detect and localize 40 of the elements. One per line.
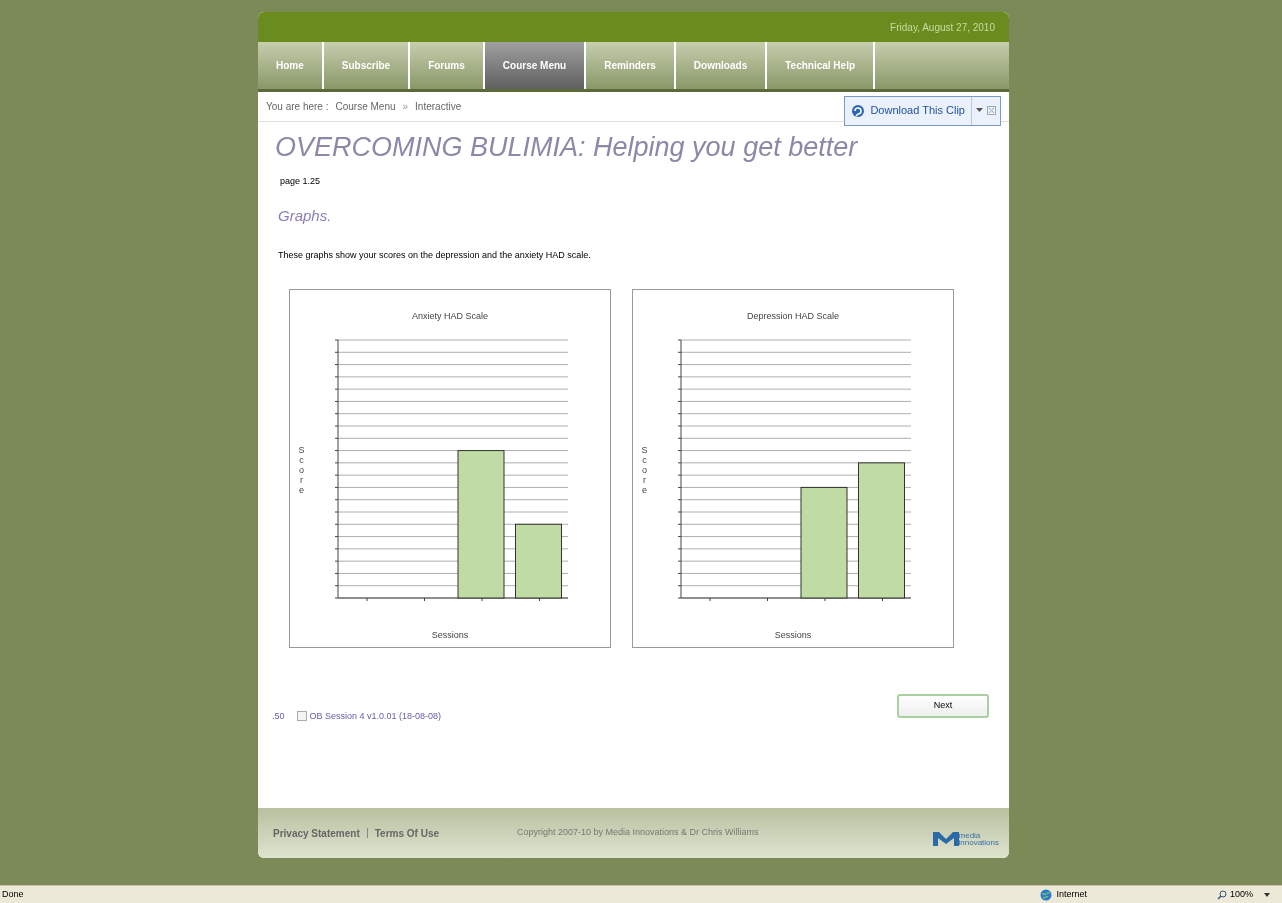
page-title: OVERCOMING BULIMIA: Helping you get better xyxy=(275,134,859,161)
status-text: Done xyxy=(2,887,24,901)
session-checkbox[interactable] xyxy=(296,711,307,722)
zoom-level[interactable]: 100% xyxy=(1229,887,1253,902)
download-icon xyxy=(851,103,866,118)
session-code: .50 xyxy=(272,709,285,723)
chart-title: Depression HAD Scale xyxy=(746,309,839,323)
nav-tab[interactable]: Home xyxy=(258,42,324,89)
date-text: Friday, August 27, 2010 xyxy=(890,20,995,35)
nav-tab[interactable]: Course Menu xyxy=(484,42,587,89)
chart-title: Anxiety HAD Scale xyxy=(412,309,488,323)
copyright-text: Copyright 2007-10 by Media Innovations & Dr Chris Williams xyxy=(517,826,759,840)
page-number: page 1.25 xyxy=(280,175,322,188)
nav-tab[interactable]: Technical Help xyxy=(767,42,876,89)
caret-icon[interactable] xyxy=(1264,892,1270,897)
zone-text: Internet xyxy=(1056,887,1087,901)
globe-icon xyxy=(1040,888,1053,901)
section-heading: Graphs. xyxy=(278,205,333,226)
nav-tab[interactable]: Subscribe xyxy=(323,42,411,89)
breadcrumb-link[interactable]: Interactive xyxy=(415,99,462,114)
caret-icon[interactable] xyxy=(976,108,983,113)
nav-tab[interactable]: Downloads xyxy=(675,42,768,89)
privacy-link[interactable]: Privacy Statement xyxy=(273,825,360,841)
nav-tab[interactable]: Reminders xyxy=(586,42,676,89)
x-axis-label: Sessions xyxy=(431,629,469,642)
breadcrumb-link[interactable]: Course Menu xyxy=(335,99,396,114)
logo-word: media xyxy=(958,832,982,839)
terms-link[interactable]: Terms Of Use xyxy=(374,825,439,841)
session-link[interactable]: OB Session 4 v1.0.01 (18-08-08) xyxy=(309,709,442,723)
breadcrumb-prefix: You are here : xyxy=(266,100,329,114)
logo-word: innovations xyxy=(958,839,999,846)
y-axis-label: Score xyxy=(641,446,648,496)
next-button[interactable]: Next xyxy=(897,693,989,718)
download-clip-button[interactable]: Download This Clip xyxy=(845,96,972,125)
zoom-icon xyxy=(1216,889,1227,900)
y-axis-label: Score xyxy=(298,446,305,496)
logo-mark-icon xyxy=(932,832,959,846)
x-axis-label: Sessions xyxy=(774,629,812,642)
intro-text: These graphs show your scores on the depression and the anxiety HAD scale. xyxy=(278,249,592,262)
breadcrumb-separator: » xyxy=(402,100,409,114)
